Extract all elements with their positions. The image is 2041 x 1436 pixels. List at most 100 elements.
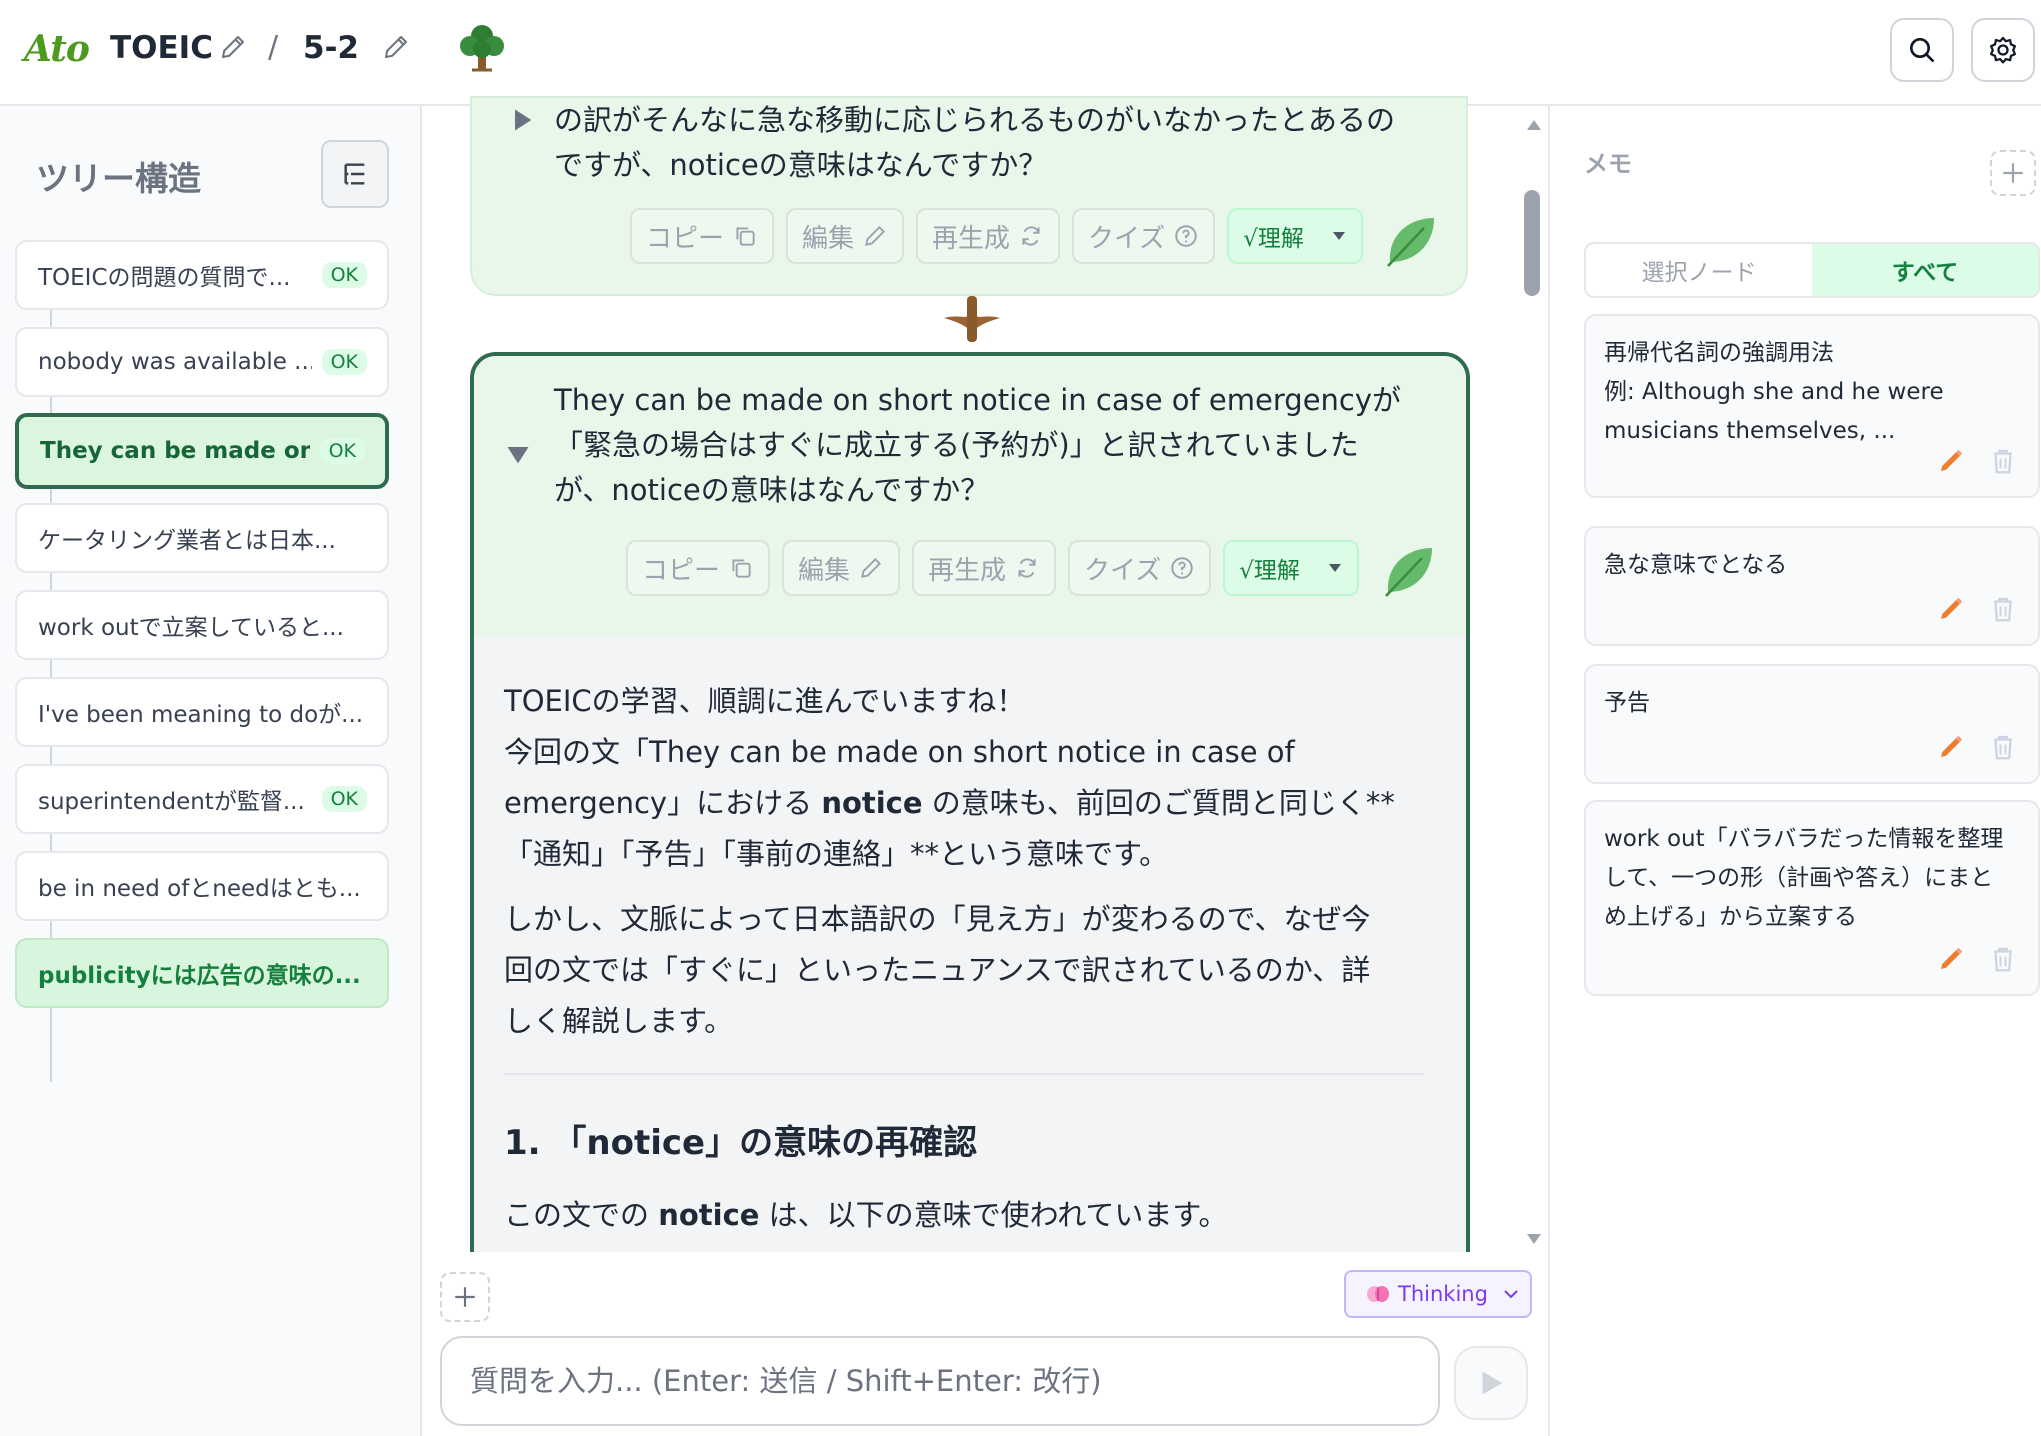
send-triangle-icon (1482, 1371, 1503, 1395)
trash-icon[interactable] (1988, 732, 2018, 762)
tree-node-label: ケータリング業者とは日本... (38, 528, 336, 554)
answer-paragraph: この文での notice は、以下の意味で使われています。 (504, 1198, 1228, 1232)
settings-button[interactable] (1971, 18, 2035, 82)
tree-node-label: nobody was available ... (38, 349, 312, 375)
tree-node-current[interactable]: publicityには広告の意味の... (15, 938, 389, 1008)
trash-icon[interactable] (1988, 944, 2018, 974)
memo-panel: メモ 選択ノード すべて 再帰代名詞の強調用法 例: Although she … (1548, 106, 2041, 1436)
project-title[interactable]: TOEIC (110, 30, 213, 66)
memo-card[interactable]: 予告 (1584, 664, 2040, 784)
tree-node-label: superintendentが監督... (38, 789, 305, 815)
question-circle-icon (1175, 225, 1198, 247)
tree-node-label: TOEICの問題の質問で... (38, 265, 291, 291)
pencil-icon (861, 557, 882, 578)
refresh-icon (1022, 226, 1040, 246)
mode-label: Thinking (1398, 1282, 1488, 1306)
understood-select[interactable]: √理解 (1227, 208, 1364, 264)
tree-node-label: I've been meaning to doが... (38, 702, 364, 728)
pencil-icon[interactable] (1936, 446, 1966, 476)
tree-node[interactable]: TOEICの問題の質問で... OK (15, 240, 389, 310)
app-logo[interactable]: Ato (24, 28, 90, 70)
previous-qa-card: の訳がそんなに急な移動に応じられるものがいなかったとあるの ですが、notice… (470, 96, 1468, 296)
memo-actions (1936, 732, 2018, 762)
quiz-button[interactable]: クイズ (1068, 540, 1212, 596)
tree-node[interactable]: nobody was available ... OK (15, 327, 389, 397)
memo-actions (1936, 446, 2018, 476)
tree-sidebar: ツリー構造 TOEICの問題の質問で... OK nobody was avai… (0, 106, 422, 1436)
tab-selected-node[interactable]: 選択ノード (1586, 244, 1812, 296)
memo-card[interactable]: 再帰代名詞の強調用法 例: Although she and he were m… (1584, 314, 2040, 498)
page-title[interactable]: 5-2 (303, 30, 359, 66)
send-button[interactable] (1454, 1346, 1528, 1420)
plus-icon (2003, 163, 2023, 183)
copy-icon (736, 227, 755, 246)
attach-button[interactable] (440, 1272, 490, 1322)
sidebar-title: ツリー構造 (36, 159, 201, 198)
memo-card[interactable]: 急な意味でとなる (1584, 526, 2040, 646)
edit-page-pencil-icon[interactable] (381, 32, 411, 62)
tree-node[interactable]: superintendentが監督... OK (15, 764, 389, 834)
answer-heading: 1. 「notice」の意味の再確認 (504, 1123, 978, 1163)
memo-text: 予告 (1604, 690, 1650, 716)
memo-card[interactable]: work out「バラバラだった情報を整理 して、一つの形（計画や答え）にまと … (1584, 800, 2040, 996)
tree-view-icon[interactable] (454, 22, 510, 74)
memo-text: 再帰代名詞の強調用法 例: Although she and he were m… (1604, 340, 1944, 444)
regenerate-button[interactable]: 再生成 (912, 540, 1057, 596)
branch-connector-icon (944, 296, 1000, 342)
tree-node-label: publicityには広告の意味の... (38, 963, 361, 989)
regenerate-button[interactable]: 再生成 (916, 208, 1061, 264)
chevron-down-icon (1504, 1290, 1518, 1299)
copy-icon (732, 559, 751, 578)
search-icon (1910, 38, 1934, 62)
understood-select[interactable]: √理解 (1223, 540, 1360, 596)
tree-node[interactable]: I've been meaning to doが... (15, 677, 389, 747)
memo-text: work out「バラバラだった情報を整理 して、一つの形（計画や答え）にまと … (1604, 826, 2004, 930)
ok-badge: OK (321, 262, 367, 288)
mode-select[interactable]: Thinking (1344, 1270, 1532, 1318)
toggle-tree-button[interactable] (321, 140, 389, 208)
answer-paragraph: しかし、文脈によって日本語訳の「見え方」が変わるので、なぜ今 回の文では「すぐに… (504, 902, 1371, 1038)
ok-badge: OK (321, 349, 367, 375)
tree-node[interactable]: ケータリング業者とは日本... (15, 503, 389, 573)
top-bar: Ato TOEIC / 5-2 (0, 0, 2041, 106)
copy-button[interactable]: コピー (630, 208, 775, 264)
collapse-triangle-icon[interactable] (504, 440, 532, 468)
breadcrumb-separator: / (268, 30, 279, 65)
trash-icon[interactable] (1988, 446, 2018, 476)
tree-node[interactable]: work outで立案していると... (15, 590, 389, 660)
tree-node-label: They can be made on... (40, 438, 310, 464)
pencil-icon (865, 225, 886, 246)
gear-icon (1989, 36, 2017, 64)
add-memo-button[interactable] (1990, 150, 2036, 196)
expand-triangle-icon[interactable] (508, 106, 536, 134)
edit-project-pencil-icon[interactable] (218, 32, 248, 62)
plus-icon (455, 1287, 475, 1307)
ok-badge: OK (321, 786, 367, 812)
search-button[interactable] (1890, 18, 1954, 82)
memo-actions (1936, 944, 2018, 974)
answer-paragraph: TOEICの学習、順調に進んでいますね！ 今回の文「They can be ma… (504, 684, 1395, 871)
tree-node[interactable]: be in need ofとneedはとも... (15, 851, 389, 921)
memo-tabs: 選択ノード すべて (1584, 242, 2040, 298)
tab-all[interactable]: すべて (1812, 244, 2038, 296)
memo-text: 急な意味でとなる (1604, 552, 1788, 578)
scrollbar-thumb[interactable] (1524, 190, 1540, 296)
question-header: They can be made on short notice in case… (474, 356, 1466, 636)
previous-card-actions: コピー 編集 再生成 クイズ √理解 (630, 208, 1364, 264)
tree-node-label: be in need ofとneedはとも... (38, 876, 361, 902)
trash-icon[interactable] (1988, 594, 2018, 624)
memo-actions (1936, 594, 2018, 624)
refresh-icon (1018, 558, 1036, 578)
quiz-button[interactable]: クイズ (1072, 208, 1216, 264)
tree-node-selected[interactable]: They can be made on... OK (15, 413, 389, 489)
question-input[interactable] (440, 1336, 1440, 1426)
tree-node-label: work outで立案していると... (38, 615, 344, 641)
copy-button[interactable]: コピー (626, 540, 771, 596)
edit-button[interactable]: 編集 (782, 540, 901, 596)
pencil-icon[interactable] (1936, 944, 1966, 974)
pencil-icon[interactable] (1936, 732, 1966, 762)
pencil-icon[interactable] (1936, 594, 1966, 624)
memo-title: メモ (1584, 150, 1632, 178)
edit-button[interactable]: 編集 (786, 208, 905, 264)
question-text: They can be made on short notice in case… (554, 383, 1402, 507)
